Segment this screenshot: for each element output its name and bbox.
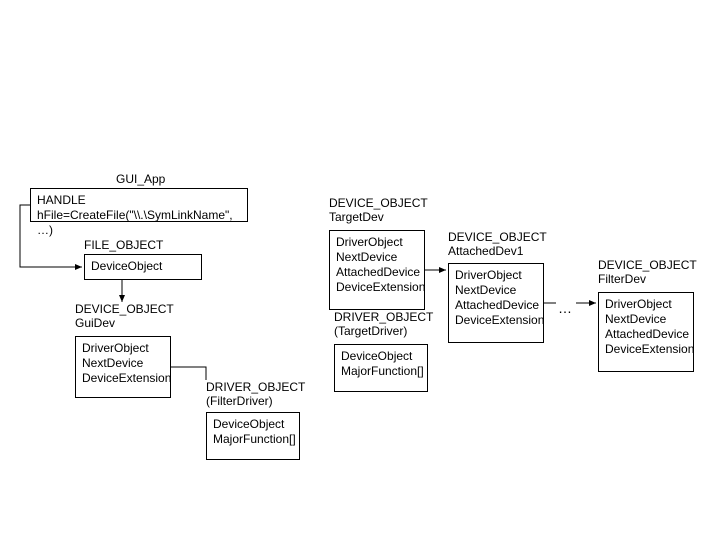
gui-app-code: HANDLE hFile=CreateFile("\\.\SymLinkName…: [37, 193, 233, 237]
gui-dev-title: DEVICE_OBJECT GuiDev: [75, 302, 174, 331]
gui-app-box: HANDLE hFile=CreateFile("\\.\SymLinkName…: [30, 188, 248, 222]
filter-dev-body: DriverObject NextDevice AttachedDevice D…: [605, 297, 694, 356]
filter-dev-box: DriverObject NextDevice AttachedDevice D…: [598, 292, 694, 372]
file-object-title: FILE_OBJECT: [84, 238, 163, 252]
filter-driver-title: DRIVER_OBJECT (FilterDriver): [206, 380, 305, 409]
target-driver-title: DRIVER_OBJECT (TargetDriver): [334, 310, 433, 339]
file-object-field: DeviceObject: [91, 259, 162, 273]
attached-dev1-body: DriverObject NextDevice AttachedDevice D…: [455, 268, 544, 327]
gui-app-title: GUI_App: [116, 172, 165, 186]
target-driver-box: DeviceObject MajorFunction[]: [334, 344, 428, 392]
target-dev-box: DriverObject NextDevice AttachedDevice D…: [329, 230, 425, 310]
target-driver-body: DeviceObject MajorFunction[]: [341, 349, 424, 378]
gui-dev-body: DriverObject NextDevice DeviceExtension: [82, 341, 171, 385]
ellipsis: …: [558, 300, 572, 316]
target-dev-body: DriverObject NextDevice AttachedDevice D…: [336, 235, 425, 294]
target-dev-title: DEVICE_OBJECT TargetDev: [329, 196, 428, 225]
filter-dev-title: DEVICE_OBJECT FilterDev: [598, 258, 697, 287]
filter-driver-box: DeviceObject MajorFunction[]: [206, 412, 300, 460]
filter-driver-body: DeviceObject MajorFunction[]: [213, 417, 296, 446]
gui-dev-box: DriverObject NextDevice DeviceExtension: [75, 336, 171, 398]
file-object-box: DeviceObject: [84, 254, 202, 280]
attached-dev1-title: DEVICE_OBJECT AttachedDev1: [448, 230, 547, 259]
attached-dev1-box: DriverObject NextDevice AttachedDevice D…: [448, 263, 544, 343]
